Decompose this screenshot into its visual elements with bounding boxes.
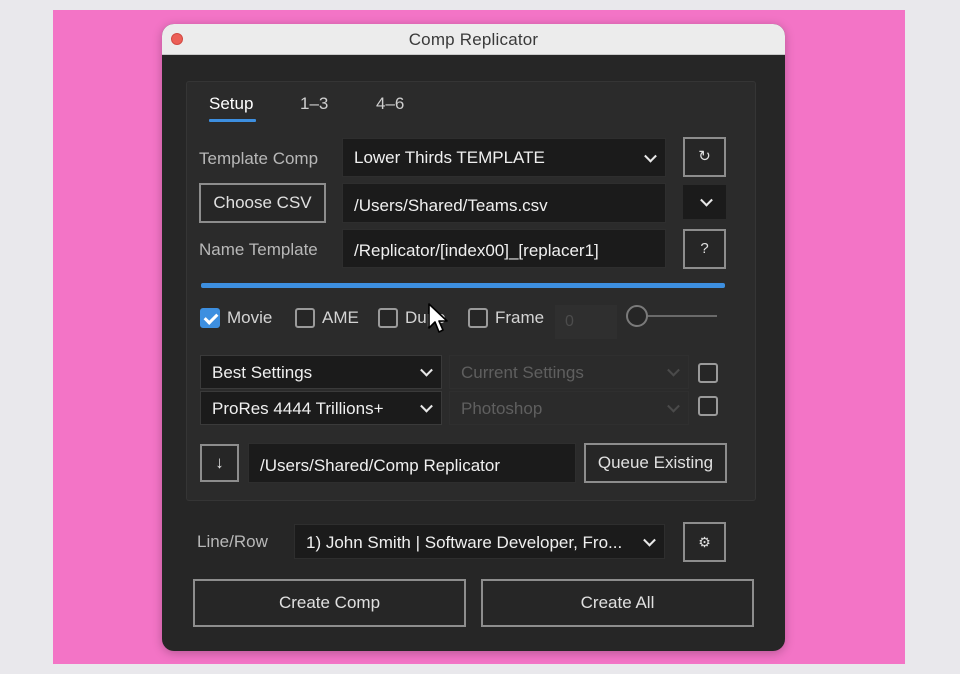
window-title: Comp Replicator	[408, 30, 539, 49]
help-icon: ?	[700, 240, 709, 257]
chevron-down-icon	[643, 533, 656, 547]
frame-slider-track[interactable]	[637, 315, 717, 317]
frame-render-settings-value: Current Settings	[461, 363, 584, 382]
tab-4-6[interactable]: 4–6	[376, 94, 404, 114]
frame-render-settings-dropdown[interactable]: Current Settings	[449, 355, 689, 389]
active-tab-indicator	[209, 119, 256, 122]
render-settings-value: Best Settings	[212, 363, 313, 382]
frame-output-module-dropdown[interactable]: Photoshop	[449, 391, 689, 425]
ame-checkbox[interactable]	[295, 308, 315, 328]
chevron-down-icon	[420, 363, 433, 377]
name-template-field[interactable]: /Replicator/[index00]_[replacer1]	[342, 229, 666, 268]
download-icon: ↓	[215, 453, 224, 472]
frame-slider-thumb[interactable]	[626, 305, 648, 327]
tab-1-3[interactable]: 1–3	[300, 94, 328, 114]
output-folder-field[interactable]: /Users/Shared/Comp Replicator	[248, 443, 576, 483]
render-settings-checkbox[interactable]	[698, 363, 718, 383]
progress-bar	[201, 283, 725, 288]
refresh-button[interactable]: ↻	[683, 137, 726, 177]
movie-label: Movie	[227, 308, 273, 327]
help-button[interactable]: ?	[683, 229, 726, 269]
frame-label: Frame	[495, 308, 545, 327]
chevron-down-icon	[700, 193, 713, 207]
chevron-down-icon	[667, 399, 680, 413]
chevron-down-icon	[644, 149, 657, 163]
output-module-value: ProRes 4444 Trillions+	[212, 399, 384, 418]
render-settings-dropdown[interactable]: Best Settings	[200, 355, 442, 389]
output-module-dropdown[interactable]: ProRes 4444 Trillions+	[200, 391, 442, 425]
chevron-down-icon	[667, 363, 680, 377]
mouse-cursor-icon	[428, 303, 448, 333]
template-comp-label: Template Comp	[199, 149, 319, 168]
ame-label: AME	[322, 308, 359, 327]
create-comp-button[interactable]: Create Comp	[193, 579, 466, 627]
frame-checkbox[interactable]	[468, 308, 488, 328]
title-bar: Comp Replicator	[162, 24, 785, 55]
choose-csv-button[interactable]: Choose CSV	[199, 183, 326, 223]
download-button[interactable]: ↓	[200, 444, 239, 482]
comp-replicator-window: Comp Replicator Setup 1–3 4–6 Template C…	[162, 24, 785, 651]
template-comp-value: Lower Thirds TEMPLATE	[354, 148, 545, 167]
line-row-label: Line/Row	[197, 532, 268, 551]
csv-options-dropdown[interactable]	[683, 185, 726, 219]
queue-existing-button[interactable]: Queue Existing	[584, 443, 727, 483]
frame-number-field[interactable]: 0	[555, 305, 617, 339]
name-template-label: Name Template	[199, 240, 318, 259]
csv-path-field[interactable]: /Users/Shared/Teams.csv	[342, 183, 666, 223]
gear-icon: ⚙	[698, 534, 711, 550]
line-row-value: 1) John Smith | Software Developer, Fro.…	[306, 533, 623, 552]
movie-checkbox[interactable]	[200, 308, 220, 328]
output-module-checkbox[interactable]	[698, 396, 718, 416]
frame-output-module-value: Photoshop	[461, 399, 543, 418]
line-row-dropdown[interactable]: 1) John Smith | Software Developer, Fro.…	[294, 524, 665, 559]
chevron-down-icon	[420, 399, 433, 413]
tab-setup[interactable]: Setup	[209, 94, 253, 114]
create-all-button[interactable]: Create All	[481, 579, 754, 627]
template-comp-dropdown[interactable]: Lower Thirds TEMPLATE	[342, 138, 666, 177]
settings-button[interactable]: ⚙	[683, 522, 726, 562]
refresh-icon: ↻	[698, 148, 711, 165]
dupe-checkbox[interactable]	[378, 308, 398, 328]
